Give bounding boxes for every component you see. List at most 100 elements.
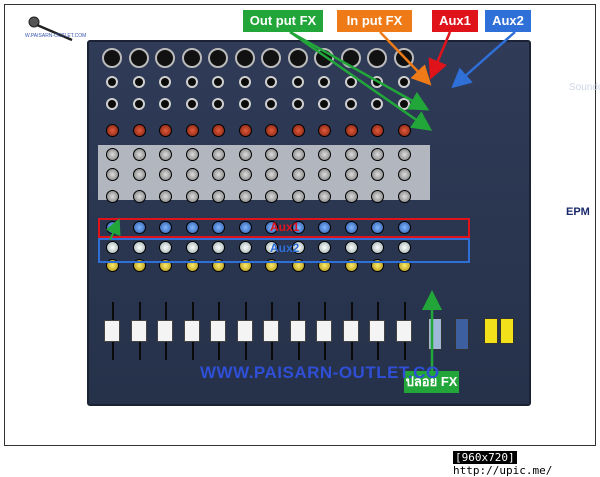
insert-jack[interactable] [132, 98, 145, 110]
line-input-jack[interactable] [265, 76, 277, 88]
line-input-jack[interactable] [212, 76, 224, 88]
lf-eq-knob[interactable] [265, 190, 278, 203]
gain-knob[interactable] [159, 124, 172, 137]
gain-knob[interactable] [185, 124, 199, 137]
mid-eq-knob[interactable] [318, 168, 331, 181]
xlr-input-jack[interactable] [287, 48, 308, 68]
insert-jack[interactable] [159, 98, 171, 110]
hf-eq-knob[interactable] [106, 148, 119, 161]
lf-eq-knob[interactable] [106, 190, 119, 203]
xlr-input-jack[interactable] [393, 48, 414, 68]
lf-eq-knob[interactable] [132, 190, 146, 203]
gain-knob[interactable] [291, 124, 305, 137]
mid-eq-knob[interactable] [291, 168, 305, 181]
mid-eq-knob[interactable] [397, 168, 411, 181]
line-input-jack[interactable] [106, 76, 118, 88]
mid-eq-knob[interactable] [185, 168, 199, 181]
hf-eq-knob[interactable] [185, 148, 199, 161]
line-input-jack[interactable] [291, 76, 304, 88]
line-input-jack[interactable] [318, 76, 330, 88]
line-input-jack[interactable] [185, 76, 198, 88]
hf-eq-knob[interactable] [318, 148, 331, 161]
line-input-jack[interactable] [371, 76, 383, 88]
mid-eq-knob[interactable] [212, 168, 225, 181]
lf-eq-knob[interactable] [371, 190, 384, 203]
mid-eq-knob[interactable] [265, 168, 278, 181]
master-fader-left[interactable] [484, 318, 498, 344]
line-input-jack[interactable] [238, 76, 251, 88]
xlr-input-jack[interactable] [261, 48, 281, 68]
lf-eq-knob[interactable] [159, 190, 172, 203]
mid-eq-knob[interactable] [159, 168, 172, 181]
insert-jack[interactable] [238, 98, 251, 110]
line-input-jack[interactable] [132, 76, 145, 88]
line-input-jack[interactable] [344, 76, 357, 88]
channel-fader[interactable] [104, 320, 120, 342]
insert-jack[interactable] [185, 98, 198, 110]
lf-eq-knob[interactable] [238, 190, 252, 203]
lf-eq-knob[interactable] [344, 190, 358, 203]
insert-jack[interactable] [291, 98, 304, 110]
mid-eq-knob[interactable] [238, 168, 252, 181]
hf-eq-knob[interactable] [344, 148, 358, 161]
insert-jack[interactable] [344, 98, 357, 110]
hf-eq-knob[interactable] [291, 148, 305, 161]
lf-eq-knob[interactable] [185, 190, 199, 203]
gain-knob[interactable] [212, 124, 225, 137]
gain-knob[interactable] [344, 124, 358, 137]
gain-knob[interactable] [371, 124, 384, 137]
mid-eq-knob[interactable] [371, 168, 384, 181]
gain-knob[interactable] [265, 124, 278, 137]
channel-fader[interactable] [130, 320, 147, 342]
hf-eq-knob[interactable] [265, 148, 278, 161]
hf-eq-knob[interactable] [371, 148, 384, 161]
fx-return-fader[interactable] [428, 318, 442, 350]
mid-eq-knob[interactable] [106, 168, 119, 181]
stereo-fader[interactable] [455, 318, 469, 350]
channel-fader[interactable] [236, 320, 253, 342]
gain-knob[interactable] [397, 124, 411, 137]
insert-jack[interactable] [106, 98, 118, 110]
insert-jack[interactable] [318, 98, 330, 110]
insert-jack[interactable] [371, 98, 383, 110]
lf-eq-knob[interactable] [291, 190, 305, 203]
channel-fader[interactable] [369, 320, 385, 342]
gain-knob[interactable] [318, 124, 331, 137]
gain-knob[interactable] [106, 124, 119, 137]
xlr-input-jack[interactable] [128, 48, 149, 68]
insert-jack[interactable] [212, 98, 224, 110]
channel-fader[interactable] [316, 320, 332, 342]
hf-eq-knob[interactable] [159, 148, 172, 161]
line-input-jack[interactable] [159, 76, 171, 88]
xlr-input-jack[interactable] [155, 48, 175, 68]
mid-eq-knob[interactable] [132, 168, 146, 181]
xlr-input-jack[interactable] [181, 48, 202, 68]
channel-fader[interactable] [342, 320, 359, 342]
xlr-input-jack[interactable] [314, 48, 334, 68]
lf-eq-knob[interactable] [318, 190, 331, 203]
channel-fader[interactable] [183, 320, 200, 342]
hf-eq-knob[interactable] [397, 148, 411, 161]
insert-jack[interactable] [397, 98, 410, 110]
lf-eq-knob[interactable] [397, 190, 411, 203]
xlr-input-jack[interactable] [340, 48, 361, 68]
lf-eq-knob[interactable] [212, 190, 225, 203]
gain-knob[interactable] [132, 124, 146, 137]
insert-jack[interactable] [265, 98, 277, 110]
xlr-input-jack[interactable] [367, 48, 387, 68]
line-input-jack[interactable] [397, 76, 410, 88]
xlr-input-jack[interactable] [234, 48, 255, 68]
xlr-input-jack[interactable] [102, 48, 122, 68]
channel-fader[interactable] [157, 320, 173, 342]
gain-knob[interactable] [238, 124, 252, 137]
channel-fader[interactable] [210, 320, 226, 342]
hf-eq-knob[interactable] [132, 148, 146, 161]
channel-fader[interactable] [289, 320, 306, 342]
channel-fader[interactable] [395, 320, 412, 342]
master-fader-right[interactable] [500, 318, 514, 344]
hf-eq-knob[interactable] [238, 148, 252, 161]
channel-fader[interactable] [263, 320, 279, 342]
mid-eq-knob[interactable] [344, 168, 358, 181]
xlr-input-jack[interactable] [208, 48, 228, 68]
hf-eq-knob[interactable] [212, 148, 225, 161]
